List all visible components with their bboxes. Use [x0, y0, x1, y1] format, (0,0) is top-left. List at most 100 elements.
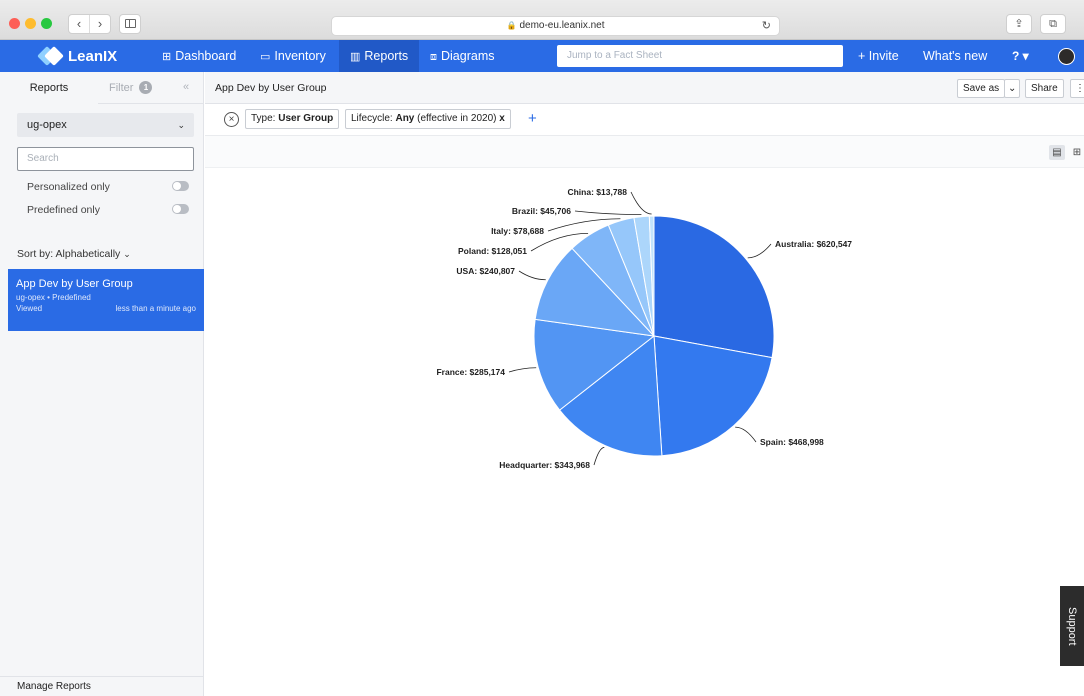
view-toolbar: ▤ ⊞	[205, 136, 1084, 168]
forward-icon[interactable]: ›	[90, 15, 110, 33]
grid-icon: ⊞	[162, 51, 172, 63]
lifecycle-filter-suffix: (effective in 2020)	[414, 113, 497, 124]
page-title: App Dev by User Group	[215, 82, 327, 94]
browser-toolbar: ‹ › 🔒 demo-eu.leanix.net ↻ ⇪ ⧉	[0, 0, 1084, 40]
chevron-down-icon: ⌄	[1008, 83, 1017, 94]
inventory-icon: ▭	[260, 51, 271, 63]
lifecycle-filter-prefix: Lifecycle:	[351, 113, 396, 124]
reports-sidebar: Reports Filter 1 « ug-opex ⌄ Search Person…	[0, 72, 204, 696]
share-button[interactable]: Share	[1025, 79, 1064, 98]
chart-view-icon[interactable]: ▤	[1049, 145, 1065, 160]
save-as-button[interactable]: Save as	[957, 79, 1006, 98]
nav-inventory[interactable]: ▭ Inventory	[260, 40, 326, 72]
type-filter-chip[interactable]: Type: User Group	[245, 109, 340, 129]
help-menu-button[interactable]: ? ▾	[1012, 40, 1029, 72]
bar-chart-icon: ▥	[350, 51, 361, 63]
lock-icon: 🔒	[506, 21, 517, 30]
diagram-icon: ⧈	[430, 51, 437, 63]
sort-by-dropdown[interactable]: Sort by: Alphabetically ⌄	[17, 248, 131, 260]
pie-leader-line	[518, 270, 546, 281]
app: ‹ › 🔒 demo-eu.leanix.net ↻ ⇪ ⧉ LeanIX ⊞ Da…	[0, 0, 1084, 696]
close-window-button[interactable]	[9, 18, 20, 29]
nav-diagrams[interactable]: ⧈ Diagrams	[430, 40, 495, 72]
minimize-window-button[interactable]	[25, 18, 36, 29]
support-tab[interactable]: Support	[1060, 586, 1084, 666]
viewed-label: Viewed	[16, 304, 43, 313]
pie-slice-australia[interactable]	[653, 215, 775, 359]
sidebar-tabs: Reports Filter 1 «	[0, 72, 203, 104]
user-group-select[interactable]: ug-opex ⌄	[17, 113, 194, 137]
tabs-overview-button[interactable]: ⧉	[1040, 14, 1066, 34]
report-viewed: Viewed less than a minute ago	[16, 304, 196, 314]
lifecycle-filter-value: Any	[395, 113, 415, 124]
pie-label-spain: Spain: $468,998	[760, 437, 824, 447]
filter-count-badge: 1	[139, 81, 153, 94]
zoom-window-button[interactable]	[41, 18, 52, 29]
address-bar[interactable]: 🔒 demo-eu.leanix.net ↻	[331, 16, 780, 36]
top-navigation: LeanIX ⊞ Dashboard ▭ Inventory ▥ Reports ⧈ D…	[0, 40, 1084, 72]
browser-nav-buttons: ‹ ›	[68, 14, 111, 34]
user-group-select-value: ug-opex	[27, 119, 67, 131]
pie-label-china: China: $13,788	[567, 187, 627, 197]
report-search-input[interactable]: Search	[17, 147, 194, 171]
nav-diagrams-label: Diagrams	[441, 49, 495, 63]
tab-filter[interactable]: Filter 1	[109, 72, 153, 104]
url-text: demo-eu.leanix.net	[519, 20, 605, 31]
more-icon: ⋮	[1075, 83, 1084, 94]
logo-mark-icon	[37, 46, 64, 66]
back-icon[interactable]: ‹	[69, 15, 90, 33]
predefined-only-toggle[interactable]	[172, 204, 189, 214]
browser-sidebar-button[interactable]	[119, 14, 141, 34]
pie-label-usa: USA: $240,807	[456, 266, 515, 276]
report-name: App Dev by User Group	[16, 278, 133, 290]
more-options-button[interactable]: ⋮	[1070, 79, 1084, 98]
share-icon: ⇪	[1014, 18, 1024, 30]
personalized-only-toggle[interactable]	[172, 181, 189, 191]
pie-label-france: France: $285,174	[436, 367, 505, 377]
pie-slice-spain[interactable]	[653, 335, 773, 457]
pie-label-poland: Poland: $128,051	[458, 246, 527, 256]
nav-inventory-label: Inventory	[274, 49, 326, 63]
manage-reports-link[interactable]: Manage Reports	[0, 676, 203, 696]
fact-sheet-search-input[interactable]: Jump to a Fact Sheet	[557, 45, 843, 67]
report-header: App Dev by User Group Save as ⌄ Share ⋮	[205, 72, 1084, 104]
pie-label-brazil: Brazil: $45,706	[512, 206, 571, 216]
pie-label-italy: Italy: $78,688	[491, 226, 544, 236]
save-as-dropdown-button[interactable]: ⌄	[1004, 79, 1021, 98]
pie-leader-line	[747, 243, 772, 259]
report-list-item[interactable]: App Dev by User Group ug-opex • Predefin…	[8, 269, 204, 331]
nav-dashboard[interactable]: ⊞ Dashboard	[162, 40, 236, 72]
pie-chart-area: Australia: $620,547 Spain: $468,998 Headqu…	[205, 168, 1084, 696]
lifecycle-filter-chip[interactable]: Lifecycle: Any (effective in 2020) x	[345, 109, 511, 129]
brand-name: LeanIX	[68, 47, 118, 65]
collapse-sidebar-icon[interactable]: «	[183, 72, 189, 102]
personalized-only-row: Personalized only	[27, 181, 189, 193]
predefined-only-label: Predefined only	[27, 204, 100, 216]
nav-reports[interactable]: ▥ Reports	[339, 40, 420, 72]
pie-chart: Australia: $620,547 Spain: $468,998 Headqu…	[436, 187, 852, 470]
sort-by-label: Sort by: Alphabetically	[17, 248, 121, 260]
chevron-down-icon: ⌄	[177, 120, 185, 130]
tab-filter-label: Filter	[109, 82, 134, 94]
pie-leader-line	[735, 426, 757, 443]
remove-filter-icon[interactable]: x	[499, 113, 505, 124]
invite-button[interactable]: + Invite	[858, 40, 899, 72]
whats-new-button[interactable]: What's new	[923, 40, 987, 72]
chevron-down-icon: ⌄	[123, 249, 131, 259]
add-filter-button[interactable]: +	[528, 109, 537, 129]
leanix-logo[interactable]: LeanIX	[37, 46, 118, 66]
viewed-time: less than a minute ago	[115, 304, 197, 313]
table-view-icon[interactable]: ⊞	[1069, 145, 1084, 160]
type-filter-value: User Group	[278, 113, 334, 124]
predefined-only-row: Predefined only	[27, 204, 189, 216]
nav-dashboard-label: Dashboard	[175, 49, 237, 63]
reload-icon[interactable]: ↻	[762, 17, 771, 35]
avatar[interactable]	[1058, 48, 1075, 65]
pie-leader-line	[630, 191, 652, 215]
report-meta: ug-opex • Predefined	[16, 293, 91, 302]
nav-reports-label: Reports	[364, 49, 409, 63]
share-browser-button[interactable]: ⇪	[1006, 14, 1032, 34]
tab-reports[interactable]: Reports	[0, 72, 98, 104]
clear-filters-icon[interactable]: ×	[224, 112, 239, 127]
sidebar-icon	[125, 19, 136, 28]
